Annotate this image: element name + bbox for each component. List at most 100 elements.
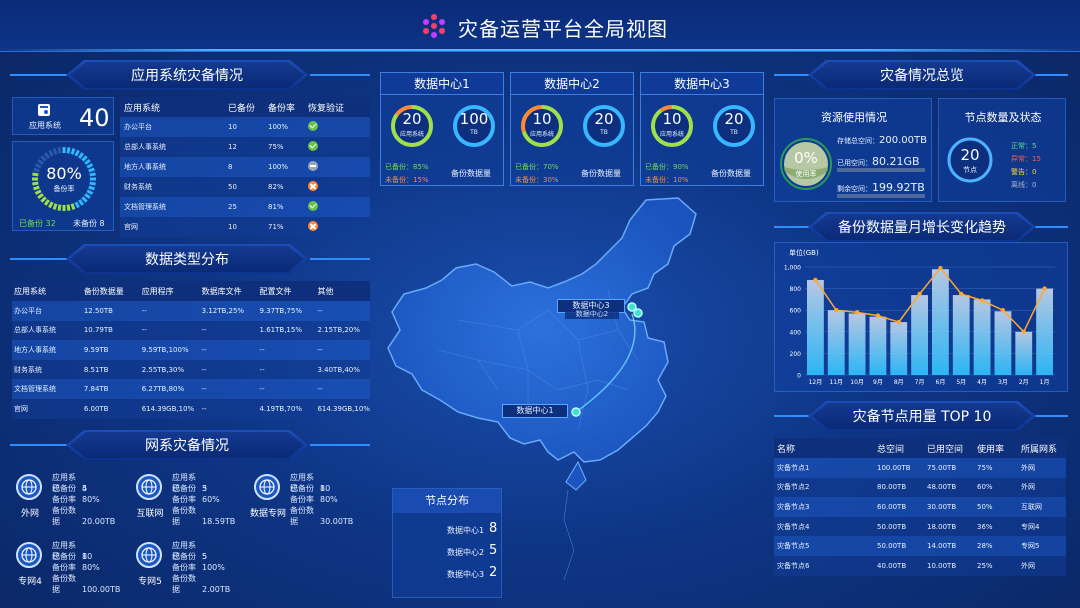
network-kv: 备份率 80% bbox=[52, 563, 100, 572]
volume-label: 备份数据量 bbox=[581, 169, 621, 178]
app-section-title: 应用系统灾备情况 bbox=[131, 68, 243, 84]
app-name: 地方人事系统 bbox=[124, 163, 166, 171]
chart-bar[interactable] bbox=[911, 295, 928, 375]
node-row[interactable]: 数据中心1 8 bbox=[393, 521, 503, 541]
table-row[interactable]: 灾备节点5 50.00TB 14.00TB 28% 专网5 bbox=[774, 536, 1066, 556]
volume-unit: TB bbox=[470, 129, 478, 136]
chart-bar[interactable] bbox=[994, 311, 1012, 375]
total-space-label: 存储总空间：200.00TB bbox=[837, 135, 927, 146]
table-cell: 外网 bbox=[1021, 463, 1035, 472]
table-row[interactable]: 灾备节点2 80.00TB 48.00TB 60% 外网 bbox=[774, 477, 1066, 498]
network-globe-icon bbox=[16, 474, 42, 500]
chart-point[interactable] bbox=[917, 291, 922, 297]
chart-point[interactable] bbox=[854, 310, 860, 315]
table-row[interactable]: 财务系统 8.51TB 2.55TB,30% -- -- 3.40TB,40% bbox=[12, 359, 370, 380]
chart-point[interactable] bbox=[938, 265, 943, 271]
chart-bar[interactable] bbox=[827, 310, 845, 375]
table-cell: 灾备节点6 bbox=[777, 561, 810, 570]
network-item[interactable]: 互联网 应用系统 5 已备份 3 备份率 60% 备份数据 18.59TB bbox=[132, 466, 246, 526]
trend-chart-panel: 单位(GB) 0 200 400 600 800 1,000 12月 11月 10月 9月 8月 7月 6… bbox=[774, 242, 1068, 392]
table-row[interactable]: 总部人事系统 12 75% bbox=[120, 137, 370, 157]
chart-bar[interactable] bbox=[1015, 331, 1033, 375]
table-row[interactable]: 文档管理系统 7.84TB 6.27TB,80% -- -- -- bbox=[12, 379, 370, 399]
datacenter-card[interactable]: 数据中心3 10 应用系统 20 TB 已备份：90% 未备份：10% 备份数据量 bbox=[640, 72, 764, 186]
chart-point[interactable] bbox=[896, 319, 901, 325]
minus-icon bbox=[308, 161, 318, 171]
network-kv: 备份数据 2.00TB bbox=[172, 574, 231, 594]
chart-point[interactable] bbox=[1042, 286, 1047, 291]
datacenter-card[interactable]: 数据中心2 10 应用系统 20 TB 已备份：70% 未备份：30% 备份数据量 bbox=[510, 72, 634, 186]
chart-bar[interactable] bbox=[869, 316, 887, 375]
table-row[interactable]: 办公平台 12.50TB -- 3.12TB,25% 9.37TB,75% -- bbox=[12, 301, 370, 321]
chart-bar[interactable] bbox=[973, 299, 991, 375]
chart-point[interactable] bbox=[1021, 329, 1026, 334]
chart-point[interactable] bbox=[959, 291, 964, 297]
network-item[interactable]: 数据专网 应用系统 10 已备份 8 备份率 80% 备份数据 30.00TB bbox=[250, 466, 364, 526]
app-section-banner: 应用系统灾备情况 bbox=[0, 60, 370, 90]
table-row[interactable]: 官网 10 71% bbox=[120, 217, 370, 237]
table-row[interactable]: 地方人事系统 8 100% bbox=[120, 157, 370, 177]
table-row[interactable]: 办公平台 10 100% bbox=[120, 117, 370, 137]
table-row[interactable]: 文档管理系统 25 81% bbox=[120, 197, 370, 217]
table-row[interactable]: 财务系统 50 82% bbox=[120, 177, 370, 197]
chart-bar[interactable] bbox=[952, 295, 970, 375]
table-row[interactable]: 地方人事系统 9.59TB 9.59TB,100% -- -- -- bbox=[12, 340, 370, 360]
table-row[interactable]: 官网 6.00TB 614.39GB,10% -- 4.19TB,70% 614.39GB… bbox=[12, 398, 370, 419]
map-label-dc2[interactable]: 数据中心2 bbox=[565, 309, 619, 319]
ring-segment bbox=[52, 203, 58, 210]
ring-segment bbox=[40, 196, 47, 203]
chart-point[interactable] bbox=[813, 277, 818, 283]
table-row[interactable]: 灾备节点1 100.00TB 75.00TB 75% 外网 bbox=[774, 458, 1066, 478]
chart-xtick: 7月 bbox=[915, 379, 925, 386]
network-item[interactable]: 专网5 应用系统 5 已备份 5 备份率 100% 备份数据 2.00TB bbox=[132, 534, 246, 594]
node-label: 数据中心3 bbox=[447, 570, 485, 579]
table-row[interactable]: 灾备节点6 40.00TB 10.00TB 25% 外网 bbox=[774, 555, 1066, 576]
chart-bar[interactable] bbox=[807, 279, 824, 375]
chart-point[interactable] bbox=[834, 308, 839, 313]
table-cell: 专网4 bbox=[1021, 522, 1040, 531]
node-row[interactable]: 数据中心3 2 bbox=[393, 565, 503, 585]
table-cell: 30.00TB bbox=[927, 502, 957, 511]
network-globe-icon bbox=[254, 474, 280, 500]
network-kv: 备份数据 30.00TB bbox=[290, 506, 354, 526]
table-cell: -- bbox=[201, 365, 207, 374]
ring-segment bbox=[74, 201, 80, 209]
table-cell: 3.40TB,40% bbox=[317, 365, 360, 374]
ring-segment bbox=[84, 193, 91, 200]
table-row[interactable]: 总部人事系统 10.79TB -- -- 1.61TB,15% 2.15TB,20% bbox=[12, 320, 370, 341]
table-row[interactable]: 灾备节点4 50.00TB 18.00TB 36% 专网4 bbox=[774, 516, 1066, 537]
table-cell: 14.00TB bbox=[927, 542, 957, 551]
table-cell: 外网 bbox=[1021, 561, 1035, 570]
chart-bar[interactable] bbox=[848, 313, 866, 375]
status-item: 异常：15 bbox=[1011, 155, 1041, 163]
chart-point[interactable] bbox=[1000, 308, 1006, 313]
free-space-bar bbox=[837, 194, 925, 198]
backup-rate: 71% bbox=[268, 223, 284, 231]
node-row[interactable]: 数据中心2 5 bbox=[393, 543, 503, 563]
col-header: 其他 bbox=[317, 286, 334, 296]
col-header: 应用程序 bbox=[141, 286, 174, 296]
chart-point[interactable] bbox=[875, 313, 881, 318]
page-title: 灾备运营平台全局视图 bbox=[458, 17, 668, 41]
backed-count: 已备份 32 bbox=[19, 219, 56, 228]
app-label: 应用系统 bbox=[529, 131, 554, 138]
col-header: 应用系统 bbox=[124, 103, 161, 114]
table-cell: -- bbox=[201, 385, 207, 394]
table-row[interactable]: 灾备节点3 60.00TB 30.00TB 50% 互联网 bbox=[774, 497, 1066, 517]
unbacked-pct: 未备份：30% bbox=[515, 176, 559, 184]
network-item[interactable]: 外网 应用系统 5 已备份 4 备份率 80% 备份数据 20.00TB bbox=[12, 466, 126, 526]
chart-bar[interactable] bbox=[932, 269, 949, 375]
trend-chart: 单位(GB) 0 200 400 600 800 1,000 12月 11月 10月 9月 8月 7月 6… bbox=[784, 248, 1055, 386]
network-name: 专网5 bbox=[138, 577, 162, 587]
backup-rate-value: 80% bbox=[46, 164, 82, 183]
chart-bar[interactable] bbox=[890, 322, 908, 375]
table-cell: 总部人事系统 bbox=[14, 326, 56, 335]
used-space-bar bbox=[837, 168, 925, 172]
datacenter-card[interactable]: 数据中心1 20 应用系统 100 TB 已备份：85% 未备份：15% 备份数据量 bbox=[380, 72, 504, 186]
network-item[interactable]: 专网4 应用系统 10 已备份 8 备份率 80% 备份数据 100.00TB bbox=[12, 534, 126, 594]
app-count: 10 bbox=[532, 110, 552, 128]
chart-point[interactable] bbox=[979, 298, 985, 303]
map-label-dc1[interactable]: 数据中心1 bbox=[502, 404, 568, 418]
table-cell: 614.39GB,10% bbox=[141, 404, 195, 413]
app-name: 总部人事系统 bbox=[124, 143, 166, 151]
